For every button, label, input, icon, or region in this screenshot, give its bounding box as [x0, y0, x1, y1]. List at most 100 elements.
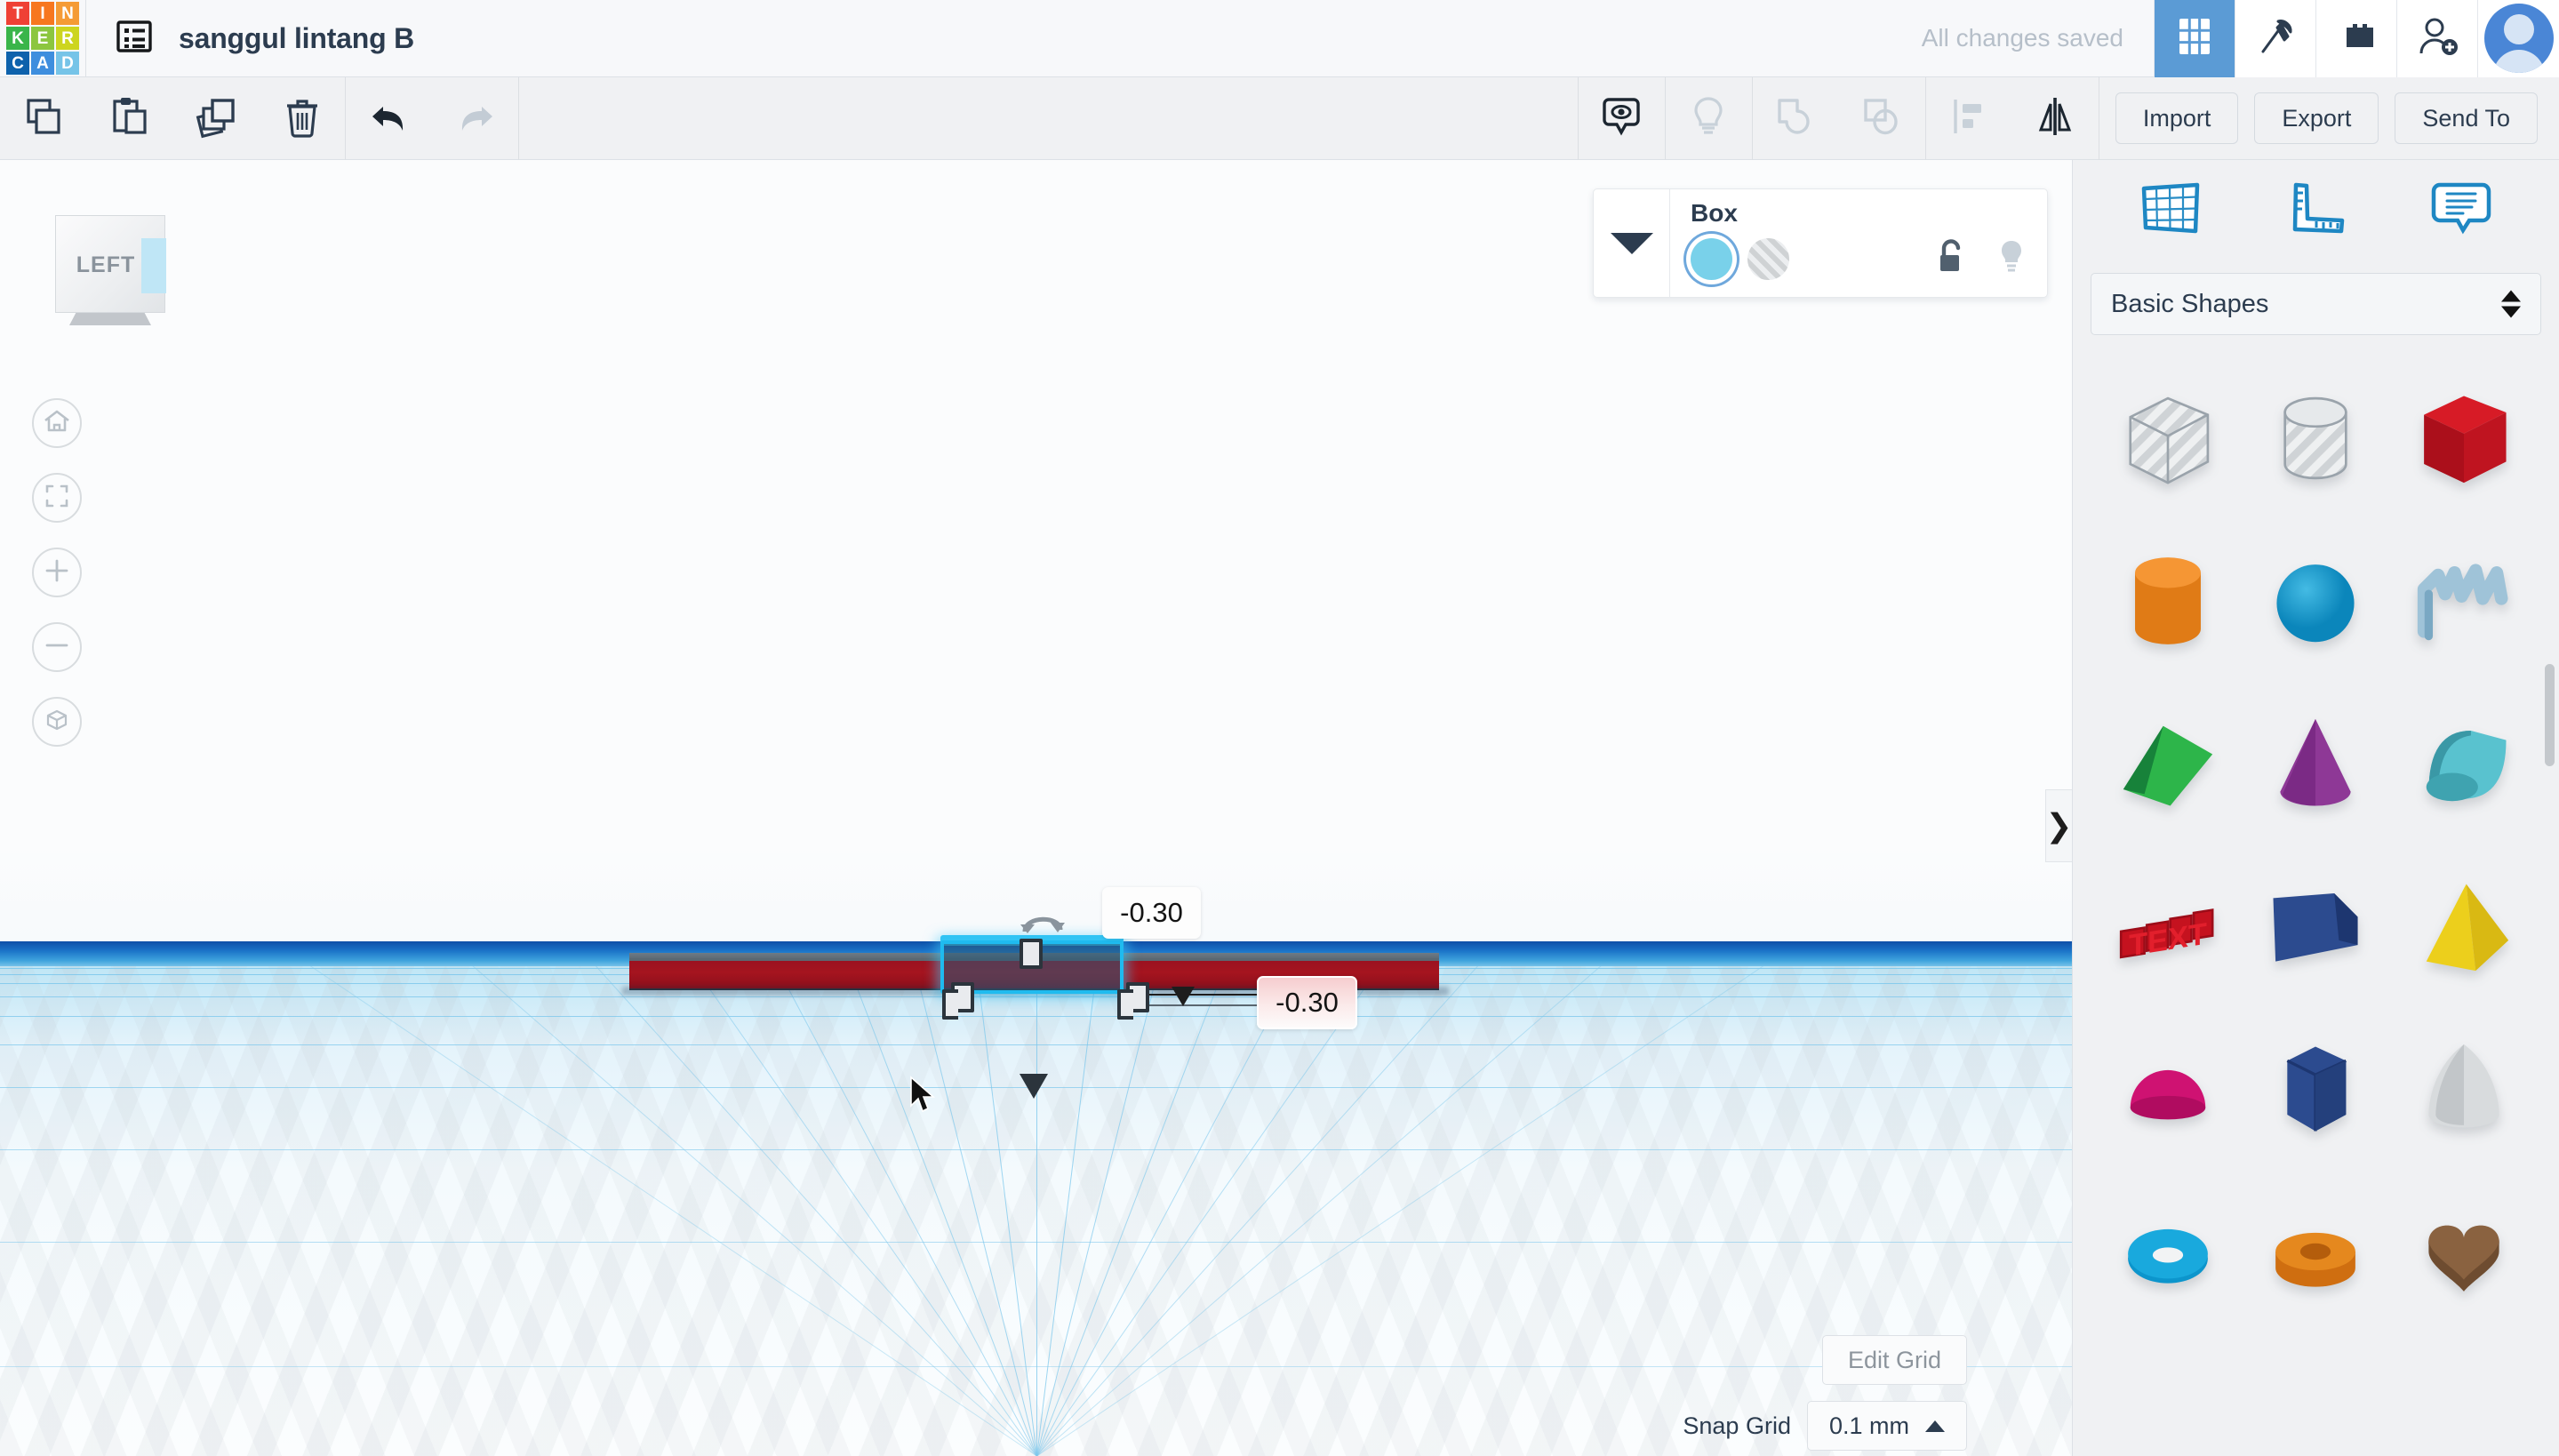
redo-button[interactable] — [432, 77, 518, 160]
shape-item-text-red[interactable]: TEXT — [2101, 860, 2235, 993]
user-account-button[interactable] — [2477, 0, 2559, 77]
group-button[interactable] — [1753, 77, 1839, 160]
designs-list-button[interactable] — [109, 13, 159, 63]
ungroup-button[interactable] — [1839, 77, 1925, 160]
tab-3d-design[interactable] — [2154, 0, 2235, 77]
home-view-button[interactable] — [32, 398, 82, 448]
resize-handle-left[interactable] — [942, 982, 974, 1020]
stepper-icon — [2501, 290, 2521, 318]
logo-tile-a: A — [31, 52, 54, 75]
light-button[interactable] — [1666, 77, 1752, 160]
drop-position-arrow — [1020, 1074, 1048, 1099]
duplicate-icon — [194, 94, 238, 143]
shape-item-cone-purple[interactable] — [2249, 697, 2382, 830]
logo-tile-r: R — [56, 27, 79, 50]
fit-view-button[interactable] — [32, 473, 82, 523]
shape-item-cylinder-hole[interactable] — [2249, 372, 2382, 505]
shape-panel-actions — [1933, 237, 2029, 281]
export-button[interactable]: Export — [2254, 92, 2379, 144]
workplane-floor — [0, 965, 2072, 1456]
top-bar: T I N K E R C A D sanggul lintang B All … — [0, 0, 2559, 77]
lightbulb-icon[interactable] — [1994, 237, 2029, 281]
shape-item-torus-cyan[interactable] — [2101, 1185, 2235, 1318]
shape-properties-panel: Box — [1593, 188, 2048, 298]
shape-item-pyramid-yellow[interactable] — [2397, 860, 2531, 993]
resize-handle-right[interactable] — [1117, 982, 1149, 1020]
measure-arrow — [1172, 987, 1195, 1006]
ortho-toggle-button[interactable] — [32, 697, 82, 747]
shape-item-tube-orange[interactable] — [2249, 1185, 2382, 1318]
avatar — [2483, 4, 2554, 73]
shape-item-roof-green[interactable] — [2101, 697, 2235, 830]
shape-item-dome-pink[interactable] — [2101, 1022, 2235, 1156]
shape-panel-body: Box — [1670, 189, 2047, 297]
shape-category-select[interactable]: Basic Shapes — [2091, 273, 2541, 335]
zoom-in-button[interactable] — [32, 548, 82, 597]
mirror-button[interactable] — [2012, 77, 2099, 160]
collapse-panel-button[interactable]: ❯ — [2045, 789, 2073, 862]
resize-handle-top[interactable] — [1020, 939, 1043, 969]
paste-button[interactable] — [86, 77, 172, 160]
edit-grid-button[interactable]: Edit Grid — [1821, 1335, 1967, 1385]
shape-panel-collapse-button[interactable] — [1594, 189, 1670, 297]
send-to-button[interactable]: Send To — [2395, 92, 2538, 144]
shape-category-value: Basic Shapes — [2111, 289, 2269, 318]
project-title[interactable]: sanggul lintang B — [179, 22, 414, 55]
workplane-icon[interactable] — [2137, 180, 2204, 243]
toolbar-divider-2 — [518, 76, 519, 160]
rotate-handle-icon[interactable] — [1018, 905, 1068, 940]
frame-icon — [42, 481, 72, 516]
solid-color-swatch[interactable] — [1691, 238, 1732, 280]
add-person-icon — [2416, 15, 2459, 62]
delete-button[interactable] — [259, 77, 345, 160]
snap-grid-value: 0.1 mm — [1828, 1412, 1909, 1439]
unlock-icon[interactable] — [1933, 237, 1969, 281]
shape-item-hexagon-blue[interactable] — [2249, 1022, 2382, 1156]
shape-item-paraboloid-gray[interactable] — [2397, 1022, 2531, 1156]
ruler-icon[interactable] — [2282, 180, 2349, 243]
shape-item-box-red[interactable] — [2397, 372, 2531, 505]
offset-tooltip: -0.30 — [1257, 976, 1357, 1029]
shape-item-wedge-blue[interactable] — [2249, 860, 2382, 993]
import-button[interactable]: Import — [2115, 92, 2239, 144]
view-cube-base — [69, 313, 151, 325]
tab-blocks[interactable] — [2315, 0, 2396, 77]
home-icon — [42, 406, 72, 441]
hole-swatch[interactable] — [1747, 238, 1789, 280]
shape-item-cylinder-orange[interactable] — [2101, 534, 2235, 668]
zoom-out-button[interactable] — [32, 622, 82, 672]
notes-icon[interactable] — [2427, 180, 2495, 243]
redo-icon — [453, 94, 498, 143]
floor-grid-lines — [0, 965, 2072, 1456]
align-icon — [1947, 94, 1991, 143]
shape-name: Box — [1691, 199, 1738, 227]
lego-brick-icon — [2335, 15, 2378, 62]
shape-item-sphere-blue[interactable] — [2249, 534, 2382, 668]
duplicate-button[interactable] — [172, 77, 259, 160]
mouse-cursor — [909, 1076, 936, 1115]
invite-people-button[interactable] — [2396, 0, 2477, 77]
align-button[interactable] — [1926, 77, 2012, 160]
copy-button[interactable] — [0, 77, 86, 160]
tab-codeblocks[interactable] — [2235, 0, 2315, 77]
view-cube[interactable]: LEFT — [53, 213, 169, 325]
show-hide-button[interactable] — [1579, 77, 1665, 160]
snap-grid-control: Snap Grid 0.1 mm — [1683, 1401, 1967, 1451]
svg-text:TEXT: TEXT — [2129, 916, 2207, 963]
copy-icon — [21, 94, 66, 143]
shape-item-box-hole[interactable] — [2101, 372, 2235, 505]
shape-item-round-roof-teal[interactable] — [2397, 697, 2531, 830]
3d-viewport[interactable]: -0.30 -0.30 LEFT Edit Grid Snap Grid 0.1… — [0, 160, 2072, 1456]
caret-up-icon — [1925, 1420, 1945, 1432]
undo-icon — [367, 94, 412, 143]
sidebar-scrollbar-thumb[interactable] — [2545, 664, 2555, 766]
sidebar-tab-icons — [2073, 160, 2559, 262]
shape-item-scribble[interactable] — [2397, 534, 2531, 668]
shape-item-heart-brown[interactable] — [2397, 1185, 2531, 1318]
edit-toolbar: Import Export Send To — [0, 76, 2559, 160]
undo-button[interactable] — [346, 77, 432, 160]
tinkercad-logo[interactable]: T I N K E R C A D — [4, 0, 82, 77]
snap-grid-select[interactable]: 0.1 mm — [1806, 1401, 1967, 1451]
logo-tile-n: N — [56, 2, 79, 25]
logo-divider — [85, 0, 86, 77]
